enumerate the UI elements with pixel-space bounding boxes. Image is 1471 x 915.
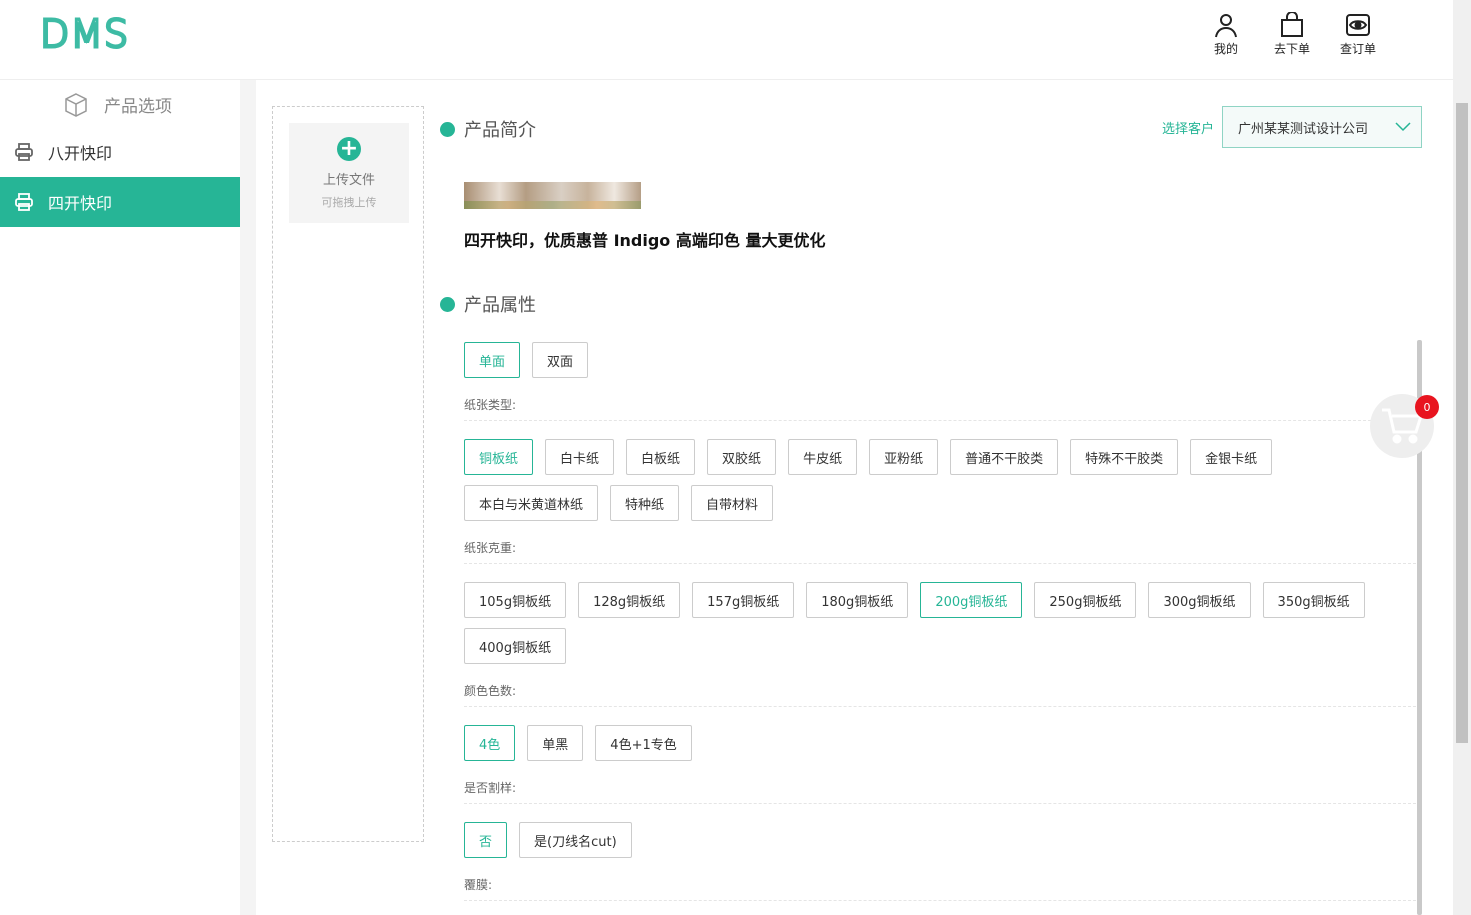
product-description: 四开快印，优质惠普 Indigo 高端印色 量大更优化: [464, 231, 826, 250]
intro-heading: 产品简介: [440, 116, 536, 142]
top-header: DMS 我的 去下单 查订单: [0, 0, 1453, 80]
option-paper-weight[interactable]: 157g铜板纸: [692, 582, 795, 618]
option-paper-weight[interactable]: 200g铜板纸: [920, 582, 1023, 618]
main-panel: + 上传文件 可拖拽上传 产品简介 选择客户 广州某某测试设计公司 四开快印，优…: [256, 80, 1453, 915]
sidebar: 产品选项 八开快印 四开快印: [0, 80, 240, 915]
sidebar-title-text: 产品选项: [104, 97, 172, 117]
lamination-label: 覆膜:: [464, 876, 1416, 901]
product-image: [464, 182, 641, 209]
option-paper-type[interactable]: 本白与米黄道林纸: [464, 485, 599, 521]
printer-icon: [15, 193, 33, 211]
option-paper-weight[interactable]: 128g铜板纸: [578, 582, 681, 618]
attributes-heading: 产品属性: [440, 291, 536, 317]
dms-logo[interactable]: DMS: [38, 11, 129, 58]
place-order-button[interactable]: 去下单: [1272, 12, 1312, 57]
customer-label: 选择客户: [1161, 121, 1214, 137]
paper-weight-options: 105g铜板纸 128g铜板纸 157g铜板纸 180g铜板纸 200g铜板纸 …: [464, 582, 1416, 664]
option-paper-type[interactable]: 牛皮纸: [788, 439, 858, 475]
upload-hint: 可拖拽上传: [321, 196, 377, 209]
option-color[interactable]: 4色+1专色: [595, 725, 692, 761]
option-paper-type[interactable]: 白卡纸: [545, 439, 615, 475]
cut-sample-options: 否 是(刀线名cut): [464, 822, 1416, 858]
my-account-label: 我的: [1213, 42, 1238, 56]
option-double-side[interactable]: 双面: [532, 342, 589, 378]
bag-icon: [1281, 12, 1303, 37]
paper-weight-label: 纸张克重:: [464, 539, 1416, 564]
sidebar-title: 产品选项: [0, 82, 240, 127]
sidebar-item-four-fold[interactable]: 四开快印: [0, 177, 240, 227]
option-paper-type[interactable]: 自带材料: [691, 485, 774, 521]
option-paper-weight[interactable]: 105g铜板纸: [464, 582, 567, 618]
check-order-label: 查订单: [1339, 42, 1376, 56]
intro-heading-text: 产品简介: [464, 120, 536, 141]
eye-icon: [1346, 14, 1370, 36]
cut-sample-label: 是否割样:: [464, 779, 1416, 804]
place-order-label: 去下单: [1273, 42, 1310, 56]
option-paper-weight[interactable]: 350g铜板纸: [1262, 582, 1365, 618]
sides-options: 单面 双面: [464, 342, 1416, 378]
page-scrollbar-thumb[interactable]: [1456, 103, 1468, 743]
option-paper-type[interactable]: 特种纸: [610, 485, 680, 521]
option-paper-type[interactable]: 特殊不干胶类: [1070, 439, 1179, 475]
option-paper-type[interactable]: 金银卡纸: [1190, 439, 1273, 475]
section-dot-icon: [440, 121, 455, 137]
attributes-heading-text: 产品属性: [464, 295, 536, 316]
upload-file-button[interactable]: + 上传文件 可拖拽上传: [289, 123, 409, 223]
color-count-label: 颜色色数:: [464, 682, 1416, 707]
customer-picker: 选择客户 广州某某测试设计公司: [1162, 106, 1422, 148]
check-order-button[interactable]: 查订单: [1338, 12, 1378, 57]
option-paper-type[interactable]: 双胶纸: [707, 439, 777, 475]
option-single-side[interactable]: 单面: [464, 342, 521, 378]
my-account-button[interactable]: 我的: [1206, 12, 1246, 57]
option-cut-no[interactable]: 否: [464, 822, 508, 858]
section-dot-icon: [440, 296, 455, 312]
paper-type-options: 铜板纸 白卡纸 白板纸 双胶纸 牛皮纸 亚粉纸 普通不干胶类 特殊不干胶类 金银…: [464, 439, 1416, 521]
option-paper-weight[interactable]: 400g铜板纸: [464, 628, 567, 664]
upload-label: 上传文件: [322, 173, 375, 188]
option-paper-type[interactable]: 白板纸: [626, 439, 696, 475]
paper-type-label: 纸张类型:: [464, 396, 1416, 421]
upload-column: + 上传文件 可拖拽上传: [272, 106, 424, 842]
customer-value: 广州某某测试设计公司: [1238, 121, 1369, 137]
chevron-down-icon: [1395, 122, 1411, 132]
sidebar-item-eight-fold[interactable]: 八开快印: [0, 127, 240, 177]
plus-icon: +: [337, 137, 361, 161]
header-actions: 我的 去下单 查订单: [1206, 12, 1378, 57]
option-paper-type[interactable]: 铜板纸: [464, 439, 534, 475]
attributes-form: 单面 双面 纸张类型: 铜板纸 白卡纸 白板纸 双胶纸 牛皮纸 亚粉纸 普通不干…: [464, 342, 1416, 915]
page-scrollbar[interactable]: [1453, 0, 1471, 915]
sidebar-item-label: 八开快印: [48, 144, 113, 163]
option-color[interactable]: 单黑: [527, 725, 584, 761]
customer-select[interactable]: 广州某某测试设计公司: [1222, 106, 1422, 148]
sidebar-item-label: 四开快印: [48, 194, 113, 213]
option-color[interactable]: 4色: [464, 725, 516, 761]
box-icon: [65, 92, 87, 117]
option-paper-weight[interactable]: 180g铜板纸: [806, 582, 909, 618]
option-paper-weight[interactable]: 250g铜板纸: [1034, 582, 1137, 618]
option-cut-yes[interactable]: 是(刀线名cut): [519, 822, 632, 858]
color-count-options: 4色 单黑 4色+1专色: [464, 725, 1416, 761]
option-paper-type[interactable]: 普通不干胶类: [950, 439, 1059, 475]
cart-count-badge: 0: [1415, 395, 1439, 419]
option-paper-type[interactable]: 亚粉纸: [869, 439, 939, 475]
option-paper-weight[interactable]: 300g铜板纸: [1148, 582, 1251, 618]
printer-icon: [15, 143, 33, 161]
user-icon: [1215, 14, 1237, 38]
